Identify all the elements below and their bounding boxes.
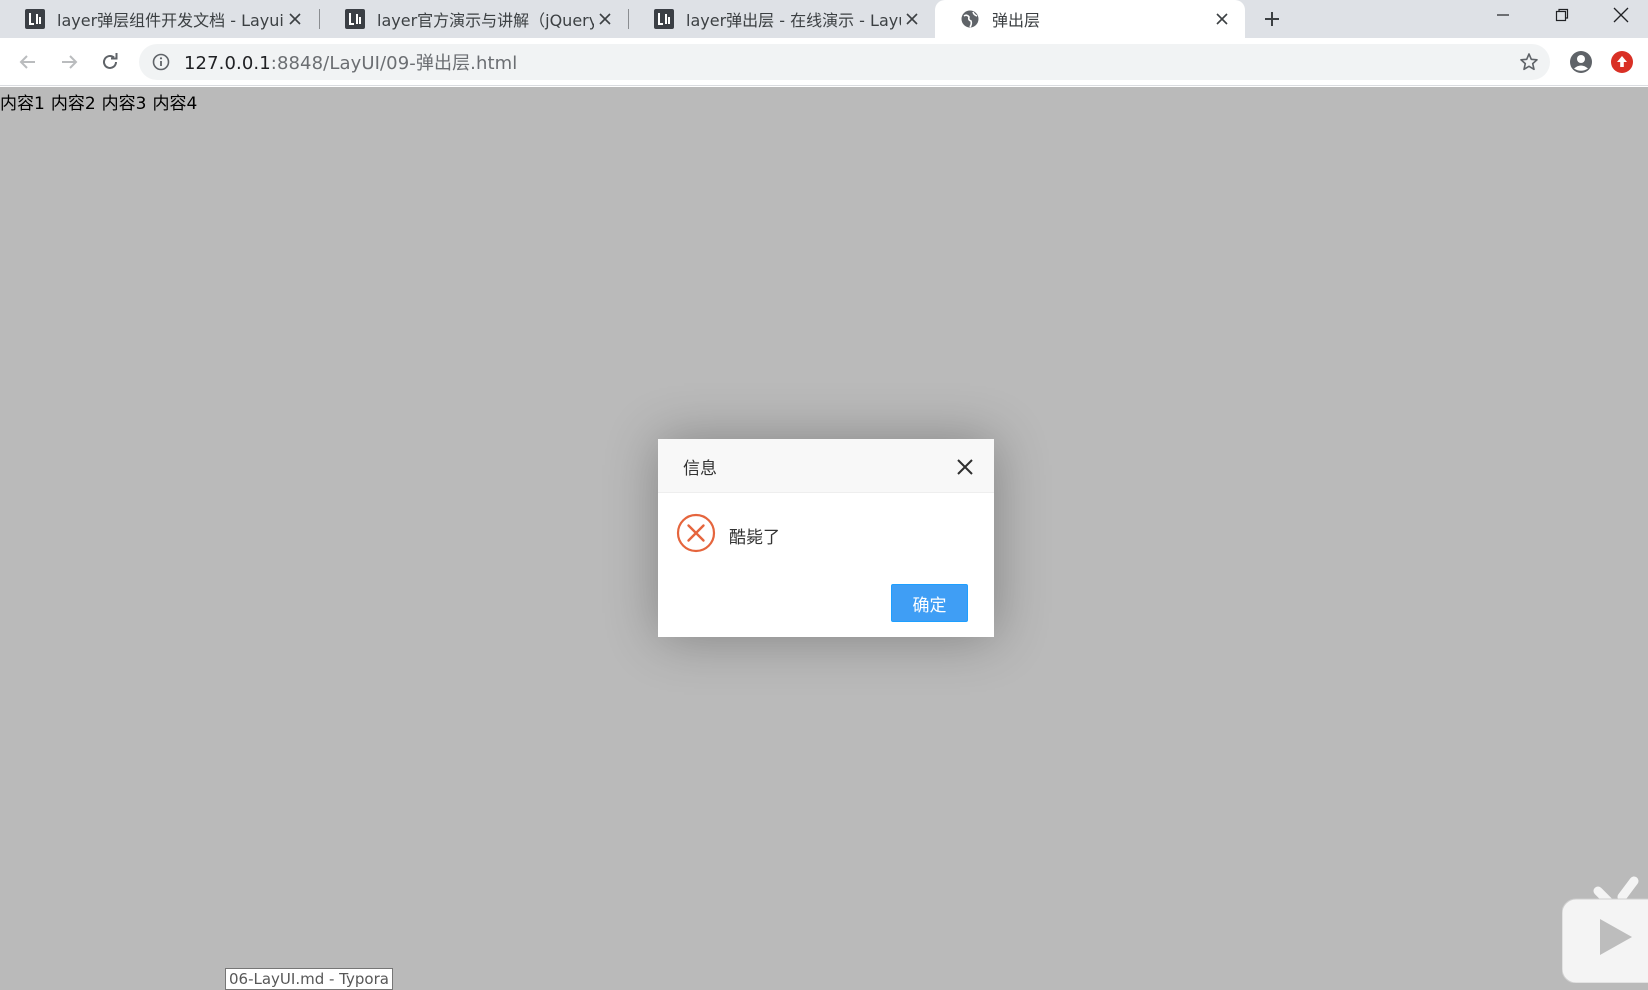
info-icon[interactable] [150, 51, 172, 73]
url-path: :8848/LayUI/09-弹出层.html [270, 53, 518, 74]
tab-layer-online[interactable]: layer弹出层 - 在线演示 - Layui [629, 0, 935, 38]
tab-title: layer弹出层 - 在线演示 - Layui [686, 11, 901, 30]
reload-icon [103, 53, 118, 69]
message-dialog: 信息 酷毙了 确定 [658, 439, 994, 637]
arrow-left-icon [19, 55, 35, 69]
dialog-body: 酷毙了 [658, 493, 994, 573]
account-icon [1570, 51, 1592, 73]
layui-logo-icon [345, 9, 365, 29]
confirm-button[interactable]: 确定 [891, 584, 968, 622]
page-viewport: 内容1 内容2 内容3 内容4 信息 酷毙了 确定 [0, 87, 1648, 990]
error-icon [676, 513, 716, 553]
plus-icon [1265, 12, 1279, 26]
taskbar-tooltip: 06-LayUI.md - Typora [225, 968, 393, 990]
tab-strip: layer弹层组件开发文档 - Layui layer官方演示与讲解（jQuer… [0, 0, 1648, 38]
profile-button[interactable] [1568, 49, 1594, 75]
tab-title: 弹出层 [992, 11, 1041, 30]
close-icon [957, 459, 973, 475]
browser-toolbar: 127.0.0.1:8848/LayUI/09-弹出层.html [0, 38, 1648, 86]
url-text: 127.0.0.1:8848/LayUI/09-弹出层.html [184, 49, 517, 75]
minimize-button[interactable] [1474, 0, 1532, 30]
back-button[interactable] [14, 48, 42, 76]
arrow-right-icon [62, 55, 78, 69]
tab-popup-layer[interactable]: 弹出层 [935, 0, 1245, 38]
tab-title: layer弹层组件开发文档 - Layui [57, 11, 284, 30]
close-icon[interactable] [901, 8, 923, 30]
reload-button[interactable] [96, 48, 124, 76]
dialog-message: 酷毙了 [729, 528, 780, 548]
dialog-title: 信息 [683, 459, 717, 479]
minimize-icon [1497, 14, 1509, 16]
bookmark-star-icon[interactable] [1518, 51, 1540, 73]
layui-logo-icon [25, 9, 45, 29]
close-icon[interactable] [594, 8, 616, 30]
close-icon [1613, 7, 1629, 23]
tab-title: layer官方演示与讲解（jQuery弹 [377, 11, 594, 30]
layui-logo-icon [654, 9, 674, 29]
dialog-header: 信息 [658, 439, 994, 493]
globe-icon [961, 10, 979, 28]
window-close-button[interactable] [1592, 0, 1648, 30]
dialog-close-button[interactable] [954, 456, 976, 478]
url-host: 127.0.0.1 [184, 53, 271, 74]
close-icon[interactable] [284, 8, 306, 30]
address-bar[interactable]: 127.0.0.1:8848/LayUI/09-弹出层.html [139, 44, 1550, 80]
restore-icon [1555, 8, 1569, 22]
tab-layer-demo[interactable]: layer官方演示与讲解（jQuery弹 [320, 0, 628, 38]
update-button[interactable] [1609, 49, 1635, 75]
tab-layer-docs[interactable]: layer弹层组件开发文档 - Layui [0, 0, 318, 38]
new-tab-button[interactable] [1258, 6, 1286, 32]
close-icon[interactable] [1211, 8, 1233, 30]
restore-button[interactable] [1533, 0, 1591, 30]
update-arrow-icon [1611, 51, 1633, 73]
forward-button[interactable] [55, 48, 83, 76]
video-play-widget-icon[interactable] [1562, 875, 1648, 983]
